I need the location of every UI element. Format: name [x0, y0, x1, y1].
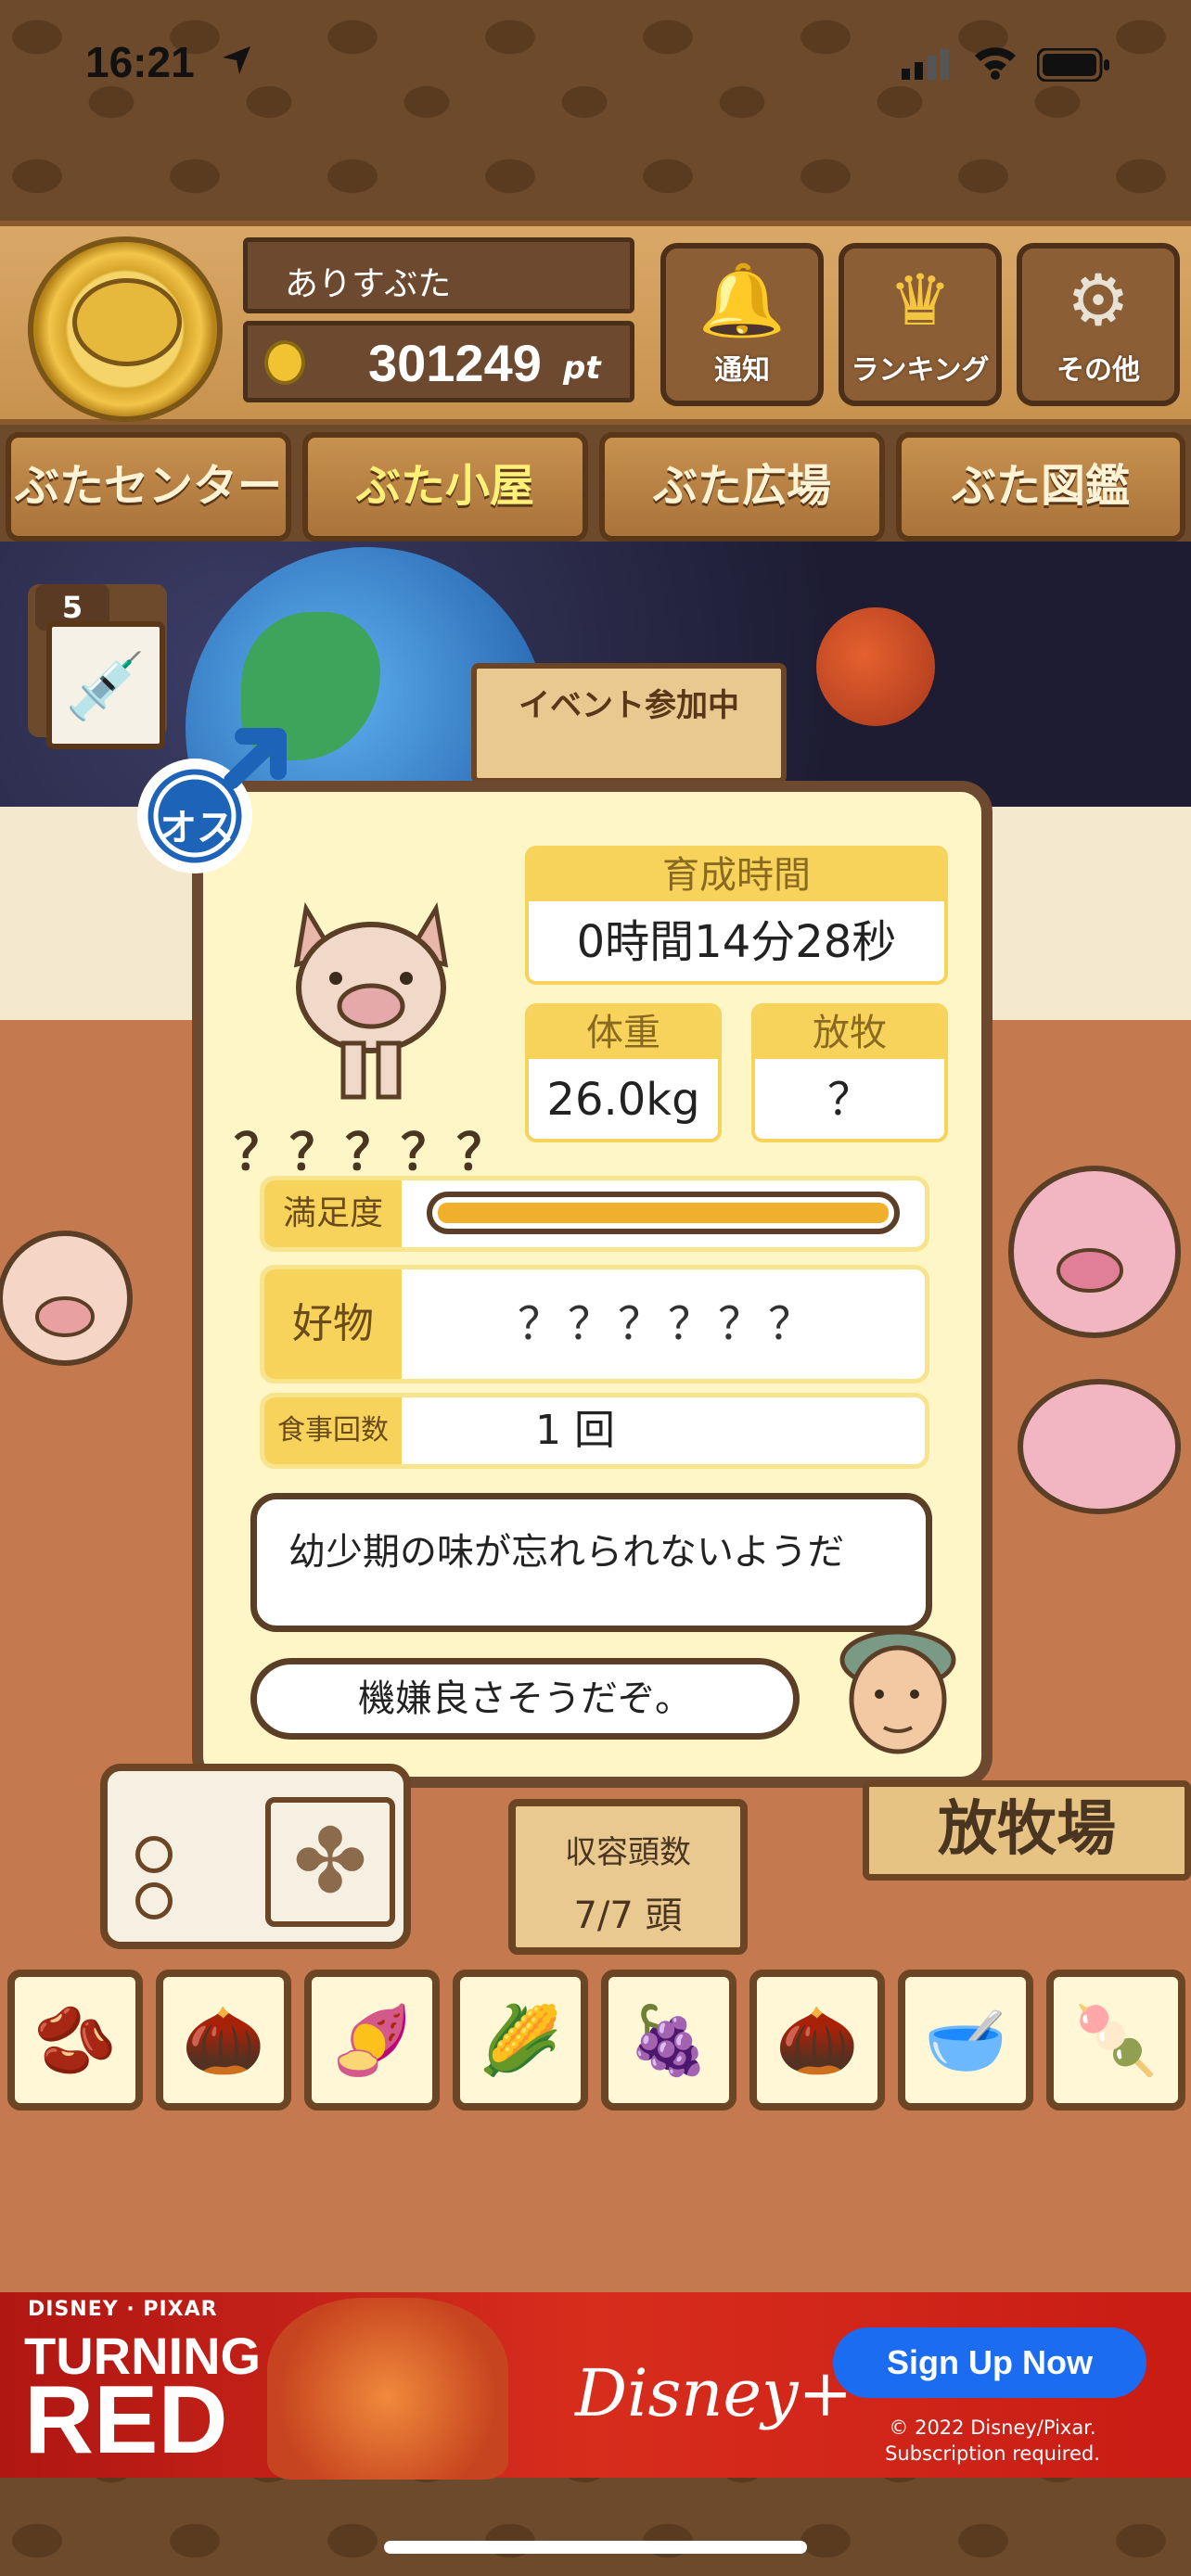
signal-icon	[902, 48, 952, 83]
capacity-value: 7/7 頭	[573, 1894, 683, 1937]
weight-label: 体重	[529, 1007, 718, 1059]
bell-icon: 🔔	[698, 259, 787, 341]
event-sign-label: イベント参加中	[519, 687, 739, 724]
points-unit: pt	[563, 350, 601, 387]
satisfaction-bar-fill	[438, 1203, 889, 1223]
fan-control-panel[interactable]: ✤	[100, 1764, 411, 1949]
points-box: 301249 pt	[243, 321, 634, 402]
injection-item[interactable]: 5 💉	[28, 584, 167, 749]
fan-icon: ✤	[265, 1797, 395, 1927]
satisfaction-row: 満足度	[260, 1176, 929, 1252]
battery-icon	[1036, 47, 1111, 85]
growth-time-label: 育成時間	[529, 849, 944, 901]
wifi-icon	[972, 45, 1018, 83]
other-label: その他	[1057, 354, 1140, 387]
crown-icon: ♛	[888, 259, 953, 341]
pig-sprite[interactable]	[0, 1205, 139, 1409]
food-meatballs[interactable]: 🍡	[1046, 1970, 1185, 2111]
tab-buta-hiroba[interactable]: ぶた広場	[599, 432, 885, 542]
ad-title-line2: RED	[24, 2366, 228, 2474]
notification-button[interactable]: 🔔 通知	[660, 243, 824, 406]
home-indicator[interactable]	[384, 2541, 807, 2554]
grazing-label: 放牧	[755, 1007, 944, 1059]
disney-plus-logo: Disney+	[575, 2355, 853, 2431]
meatballs-icon: 🍡	[1074, 2001, 1158, 2079]
meals-value: 1 回	[535, 1407, 615, 1454]
food-sweet-potato[interactable]: 🍠	[304, 1970, 440, 2111]
points-value: 301249	[368, 334, 542, 392]
dial-icon	[135, 1836, 173, 1873]
red-panda-image	[267, 2298, 508, 2480]
ad-subscription-note: Subscription required.	[885, 2442, 1100, 2465]
pig-sprite[interactable]	[1011, 1363, 1187, 1530]
food-berries[interactable]: 🍇	[601, 1970, 736, 2111]
favorite-label: 好物	[264, 1269, 402, 1379]
event-sign[interactable]: イベント参加中	[471, 663, 787, 784]
grazing-value: ？	[826, 1074, 872, 1126]
satisfaction-label: 満足度	[264, 1180, 402, 1247]
food-mixed-grain[interactable]: 🫘	[7, 1970, 143, 2111]
coin-icon	[264, 340, 305, 385]
favorite-row: 好物 ？？？？？？	[260, 1265, 929, 1384]
ranking-label: ランキング	[851, 354, 990, 387]
ad-copyright-line: © 2022 Disney/Pixar.	[889, 2417, 1096, 2439]
notification-label: 通知	[714, 354, 770, 387]
pig-name: ？？？？？	[234, 1123, 512, 1181]
growth-time-card: 育成時間 0時間14分28秒	[525, 846, 948, 985]
corn-icon: 🌽	[479, 2001, 562, 2079]
food-acorns[interactable]: 🌰	[749, 1970, 885, 2111]
tab-buta-center[interactable]: ぶたセンター	[6, 432, 291, 542]
ad-brand: DISNEY · PIXAR	[28, 2298, 218, 2321]
capacity-sign: 収容頭数 7/7 頭	[508, 1799, 748, 1955]
comment-bubble: 幼少期の味が忘れられないようだ	[250, 1493, 932, 1632]
mood-bubble: 機嫌良さそうだぞ。	[250, 1658, 800, 1740]
meals-label: 食事回数	[264, 1397, 402, 1464]
pig-portrait	[278, 890, 464, 1103]
soybeans-icon: 🥣	[924, 2001, 1007, 2079]
farmer-avatar	[833, 1618, 963, 1757]
growth-time-value: 0時間14分28秒	[576, 916, 897, 968]
pig-sprite[interactable]	[1002, 1150, 1187, 1354]
mood-text: 機嫌良さそうだぞ。	[358, 1677, 692, 1720]
ranking-button[interactable]: ♛ ランキング	[839, 243, 1002, 406]
weight-value: 26.0kg	[546, 1074, 700, 1126]
ad-signup-button[interactable]: Sign Up Now	[833, 2327, 1146, 2398]
location-arrow-icon	[221, 45, 252, 76]
meals-row: 食事回数 1 回	[260, 1393, 929, 1469]
player-name-box: ありすぶた	[243, 237, 634, 313]
grazing-card: 放牧 ？	[751, 1003, 948, 1142]
player-name: ありすぶた	[285, 265, 452, 303]
gear-icon: ⚙	[1066, 259, 1131, 341]
food-corn[interactable]: 🌽	[453, 1970, 588, 2111]
favorite-value: ？？？？？？	[517, 1298, 818, 1350]
gender-label: オス	[160, 807, 234, 849]
mixed-beans-icon: 🌰	[182, 2001, 265, 2079]
tab-buta-koya[interactable]: ぶた小屋	[302, 432, 588, 542]
tab-buta-zukan[interactable]: ぶた図鑑	[896, 432, 1185, 542]
mixed-grain-icon: 🫘	[33, 2001, 117, 2079]
pig-medal-icon	[72, 278, 182, 366]
satisfaction-bar	[427, 1192, 900, 1234]
ranch-label: 放牧場	[938, 1795, 1116, 1864]
berries-icon: 🍇	[627, 2001, 711, 2079]
mars-decoration	[816, 607, 935, 726]
dial-icon	[135, 1882, 173, 1919]
status-time: 16:21	[85, 38, 195, 86]
sweet-potato-icon: 🍠	[330, 2001, 414, 2079]
acorns-icon: 🌰	[775, 2001, 859, 2079]
capacity-label: 収容頭数	[565, 1834, 691, 1871]
weight-card: 体重 26.0kg	[525, 1003, 722, 1142]
food-soybeans[interactable]: 🥣	[898, 1970, 1033, 2111]
ranch-button[interactable]: 放牧場	[863, 1780, 1191, 1881]
other-button[interactable]: ⚙ その他	[1017, 243, 1180, 406]
ad-copyright: © 2022 Disney/Pixar. Subscription requir…	[835, 2415, 1150, 2467]
comment-text: 幼少期の味が忘れられないようだ	[288, 1531, 845, 1574]
food-mixed-beans[interactable]: 🌰	[156, 1970, 291, 2111]
